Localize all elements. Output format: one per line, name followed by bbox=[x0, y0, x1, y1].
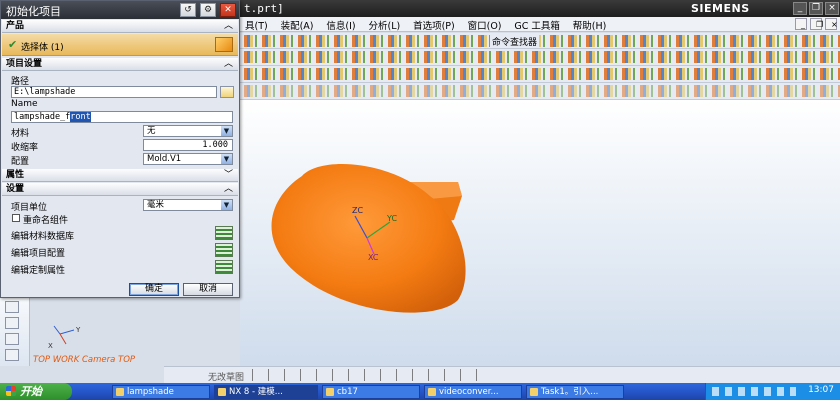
minimize-icon[interactable]: _ bbox=[793, 2, 807, 15]
task-lampshade[interactable]: lampshade bbox=[112, 385, 210, 399]
triad-xc-label: XC bbox=[368, 253, 379, 262]
menu-minimize-icon[interactable]: _ bbox=[795, 18, 807, 30]
toolbar-icons[interactable] bbox=[244, 85, 840, 97]
material-select[interactable]: 无 ▼ bbox=[143, 125, 233, 137]
material-label: 材料 bbox=[11, 129, 30, 139]
siemens-logo: SIEMENS bbox=[691, 2, 750, 15]
task-videoconverter[interactable]: videoconver... bbox=[424, 385, 522, 399]
sketch-curve-icons[interactable] bbox=[252, 369, 492, 381]
shrinkage-label: 收缩率 bbox=[11, 143, 39, 153]
unit-select[interactable]: 毫米 ▼ bbox=[143, 199, 233, 211]
name-selected-text: ront bbox=[70, 112, 91, 122]
toolbar-row-4 bbox=[240, 83, 840, 100]
name-label: Name bbox=[11, 99, 38, 109]
check-icon: ✔ bbox=[8, 38, 18, 51]
chevron-down-icon: ▼ bbox=[221, 154, 232, 164]
tray-icons[interactable] bbox=[712, 387, 796, 396]
menu-bar: 具(T) 装配(A) 信息(I) 分析(L) 首选项(P) 窗口(O) GC 工… bbox=[240, 17, 840, 32]
toolbar-row-2 bbox=[240, 49, 840, 66]
task-nx8[interactable]: NX 8 - 建模... bbox=[214, 385, 318, 399]
close-icon[interactable]: × bbox=[825, 2, 839, 15]
menu-preferences[interactable]: 首选项(P) bbox=[408, 17, 460, 33]
menu-gc-toolkit[interactable]: GC 工具箱 bbox=[509, 17, 565, 33]
toolbar-icons[interactable] bbox=[244, 51, 840, 63]
resource-tab-icon[interactable] bbox=[5, 333, 19, 345]
spreadsheet-icon[interactable] bbox=[215, 260, 233, 274]
dialog-title: 初始化项目 bbox=[6, 5, 61, 18]
menu-help[interactable]: 帮助(H) bbox=[568, 17, 612, 33]
folder-icon[interactable] bbox=[220, 86, 234, 98]
resource-tab-icon[interactable] bbox=[5, 301, 19, 313]
toolbar-icons[interactable] bbox=[244, 35, 840, 47]
cancel-button[interactable]: 取消 bbox=[183, 283, 233, 296]
select-body-row[interactable]: ✔ 选择体 (1) bbox=[2, 34, 238, 56]
spreadsheet-icon[interactable] bbox=[215, 226, 233, 240]
view-triad-icon: X Y bbox=[48, 325, 81, 350]
project-settings-group-header[interactable]: 项目设置 ︿ bbox=[2, 58, 238, 71]
clock: 13:07 bbox=[808, 385, 834, 395]
rename-components-label: 重命名组件 bbox=[23, 216, 69, 226]
unit-label: 项目单位 bbox=[11, 203, 48, 213]
selection-bar: 无改草图 bbox=[164, 366, 840, 383]
config-select[interactable]: Mold.V1 ▼ bbox=[143, 153, 233, 165]
chevron-down-icon: ▼ bbox=[221, 126, 232, 136]
nx-window-title: t.prt] bbox=[244, 2, 284, 15]
resource-tab-icon[interactable] bbox=[5, 349, 19, 361]
triad-yc-label: YC bbox=[386, 214, 397, 223]
config-label: 配置 bbox=[11, 157, 30, 167]
menu-tools[interactable]: 具(T) bbox=[240, 17, 273, 33]
edit-material-db-label: 编辑材料数据库 bbox=[11, 232, 75, 242]
menu-analysis[interactable]: 分析(L) bbox=[363, 17, 405, 33]
view-label: TOP WORK Camera TOP bbox=[33, 355, 136, 365]
ok-button[interactable]: 确定 bbox=[129, 283, 179, 296]
attributes-group-header[interactable]: 属性 ﹀ bbox=[2, 169, 238, 182]
settings-icon[interactable]: ⚙ bbox=[200, 3, 216, 17]
edit-custom-attr-label: 编辑定制属性 bbox=[11, 266, 66, 276]
expand-icon: ﹀ bbox=[223, 170, 233, 180]
command-finder[interactable]: 命令查找器 bbox=[490, 35, 540, 48]
start-button[interactable]: 开始 bbox=[0, 383, 72, 400]
product-group-header[interactable]: 产品 ︿ bbox=[2, 20, 238, 33]
task-cb17[interactable]: cb17 bbox=[322, 385, 420, 399]
spreadsheet-icon[interactable] bbox=[215, 243, 233, 257]
resource-tab-icon[interactable] bbox=[5, 317, 19, 329]
select-body-label: 选择体 (1) bbox=[21, 43, 64, 53]
setup-group-header[interactable]: 设置 ︿ bbox=[2, 183, 238, 196]
menu-close-icon[interactable]: × bbox=[825, 18, 838, 30]
sketch-label: 无改草图 bbox=[208, 373, 245, 383]
collapse-icon: ︿ bbox=[223, 21, 233, 31]
svg-text:Y: Y bbox=[75, 326, 81, 334]
solid-body-icon[interactable] bbox=[215, 37, 233, 52]
menu-assemblies[interactable]: 装配(A) bbox=[276, 17, 319, 33]
svg-text:X: X bbox=[48, 342, 53, 350]
reset-icon[interactable]: ↺ bbox=[180, 3, 196, 17]
menu-restore-icon[interactable]: ❐ bbox=[810, 18, 823, 30]
chevron-down-icon: ▼ bbox=[221, 200, 232, 210]
graphics-viewport[interactable]: ZC YC XC bbox=[240, 100, 840, 366]
shrinkage-field[interactable]: 1.000 bbox=[143, 139, 233, 151]
menu-information[interactable]: 信息(I) bbox=[321, 17, 360, 33]
rename-components-checkbox[interactable] bbox=[12, 214, 20, 222]
taskbar: 开始 lampshade NX 8 - 建模... cb17 videoconv… bbox=[0, 383, 840, 400]
path-field[interactable]: E:\lampshade bbox=[11, 86, 217, 98]
name-field[interactable]: lampshade_front bbox=[11, 111, 233, 123]
triad-zc-label: ZC bbox=[352, 206, 363, 215]
resource-bar bbox=[0, 297, 30, 366]
dialog-title-bar: 初始化项目 ↺ ⚙ ✕ bbox=[1, 1, 239, 19]
windows-flag-icon bbox=[6, 386, 16, 396]
lampshade-model[interactable]: ZC YC XC bbox=[240, 100, 840, 366]
collapse-icon: ︿ bbox=[223, 59, 233, 69]
system-tray: 13:07 bbox=[705, 383, 840, 400]
restore-icon[interactable]: ❐ bbox=[809, 2, 823, 15]
dialog-close-icon[interactable]: ✕ bbox=[220, 3, 236, 17]
toolbar-row-3 bbox=[240, 66, 840, 83]
toolbar-row-1: 命令查找器 bbox=[240, 33, 840, 49]
menu-window[interactable]: 窗口(O) bbox=[463, 17, 507, 33]
collapse-icon: ︿ bbox=[223, 184, 233, 194]
task-task1[interactable]: Task1。引入... bbox=[526, 385, 624, 399]
edit-project-config-label: 编辑项目配置 bbox=[11, 249, 66, 259]
toolbar-icons[interactable] bbox=[244, 68, 840, 80]
initialize-project-dialog: 初始化项目 ↺ ⚙ ✕ 产品 ︿ ✔ 选择体 (1) 项目设置 ︿ 路径 E:\la… bbox=[0, 0, 240, 298]
